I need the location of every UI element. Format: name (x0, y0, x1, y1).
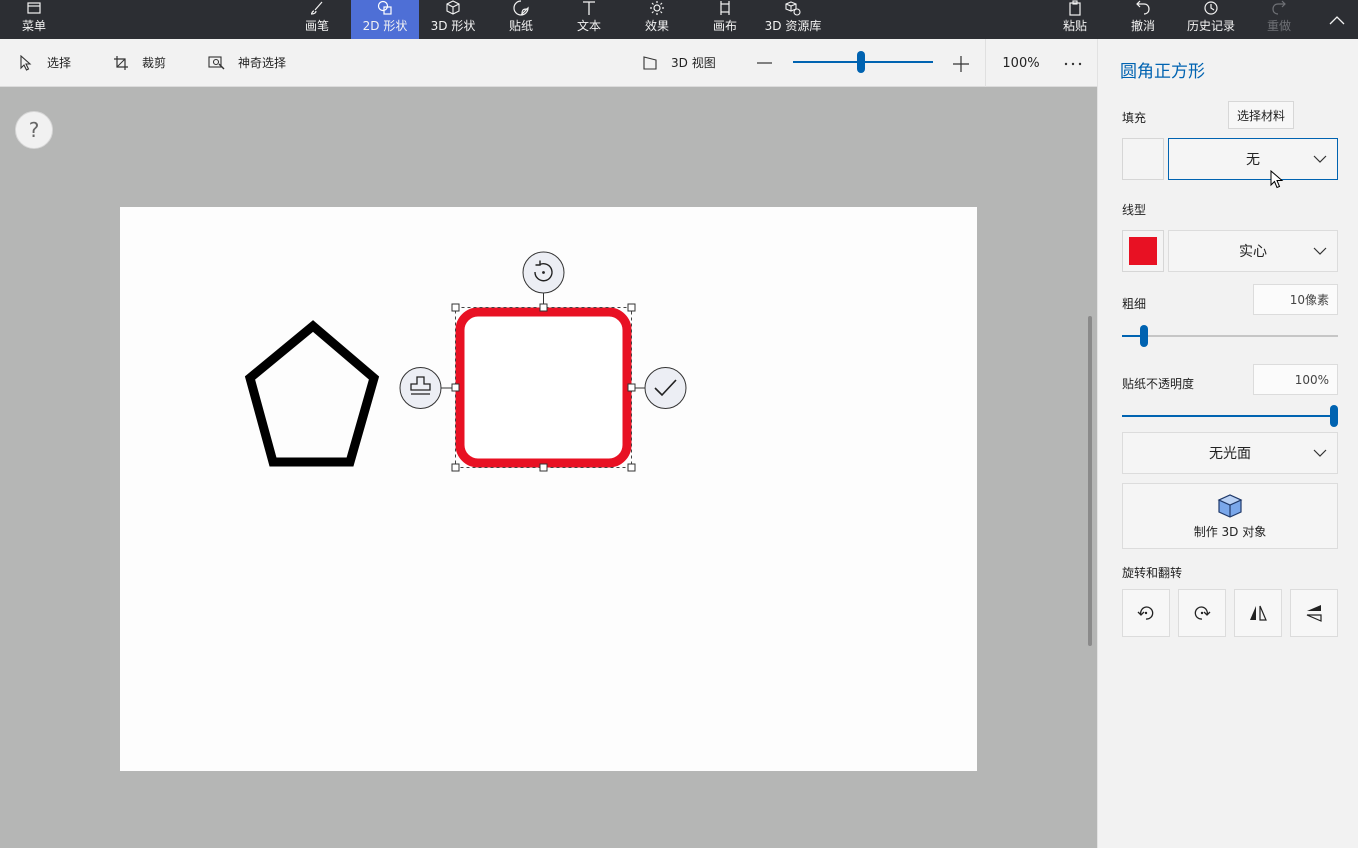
line-color-swatch[interactable] (1122, 230, 1164, 272)
chevron-down-icon (1313, 449, 1327, 457)
panel-title: 圆角正方形 (1120, 62, 1205, 82)
3d-cube-icon (1217, 493, 1243, 518)
line-type-value: 实心 (1239, 244, 1267, 260)
thickness-slider-thumb[interactable] (1140, 325, 1148, 347)
history-label: 历史记录 (1186, 19, 1235, 33)
history-button[interactable]: 历史记录 (1180, 0, 1242, 39)
choose-material-button[interactable]: 选择材料 (1228, 101, 1294, 129)
opacity-label: 贴纸不透明度 (1122, 377, 1195, 391)
canvas-overlay (244, 251, 687, 472)
flip-vertical-button[interactable] (1290, 589, 1338, 637)
properties-panel: 圆角正方形 填充 选择材料 无 线型 实心 粗细 10像素 贴纸不透明度 100… (1097, 39, 1358, 848)
fill-label: 填充 (1122, 111, 1147, 125)
finish-dropdown[interactable]: 无光面 (1122, 432, 1338, 474)
fill-dropdown[interactable]: 无 (1168, 138, 1338, 180)
redo-label: 重做 (1266, 19, 1291, 33)
rounded-square-shape[interactable] (455, 307, 632, 468)
make-3d-button[interactable]: 制作 3D 对象 (1122, 483, 1338, 549)
redo-button[interactable]: 重做 (1254, 0, 1304, 39)
collapse-ribbon-button[interactable] (1320, 0, 1354, 39)
undo-label: 撤消 (1130, 19, 1155, 33)
chevron-down-icon (1313, 247, 1327, 255)
flip-horizontal-button[interactable] (1234, 589, 1282, 637)
rotate-left-icon (1137, 606, 1154, 620)
undo-button[interactable]: 撤消 (1118, 0, 1168, 39)
checkmark-icon[interactable] (644, 367, 687, 409)
chevron-up-icon (1329, 15, 1345, 24)
opacity-input[interactable]: 100% (1253, 364, 1338, 395)
rotate-flip-label: 旋转和翻转 (1122, 566, 1183, 580)
mouse-cursor-icon (1270, 170, 1284, 189)
fill-color-swatch[interactable] (1122, 138, 1164, 180)
rotate-handle-icon[interactable] (522, 251, 565, 294)
line-label: 线型 (1122, 203, 1147, 217)
opacity-slider-thumb[interactable] (1330, 405, 1338, 427)
undo-icon (1133, 0, 1153, 16)
flip-vertical-icon (1306, 605, 1322, 622)
opacity-slider-fill[interactable] (1122, 415, 1338, 417)
pentagon-shape[interactable] (244, 320, 380, 467)
line-type-dropdown[interactable]: 实心 (1168, 230, 1338, 272)
history-icon (1201, 0, 1221, 16)
redo-icon (1269, 0, 1289, 16)
rotate-left-button[interactable] (1122, 589, 1170, 637)
flip-horizontal-icon (1250, 605, 1267, 621)
thickness-label: 粗细 (1122, 297, 1147, 311)
finish-value: 无光面 (1209, 446, 1251, 462)
stamp-icon[interactable] (399, 367, 442, 409)
fill-dropdown-value: 无 (1246, 152, 1260, 168)
thickness-slider-track[interactable] (1144, 335, 1338, 337)
thickness-input[interactable]: 10像素 (1253, 284, 1338, 315)
chevron-down-icon (1313, 155, 1327, 163)
make-3d-label: 制作 3D 对象 (1193, 524, 1267, 539)
rotate-right-icon (1194, 606, 1211, 620)
rotate-right-button[interactable] (1178, 589, 1226, 637)
